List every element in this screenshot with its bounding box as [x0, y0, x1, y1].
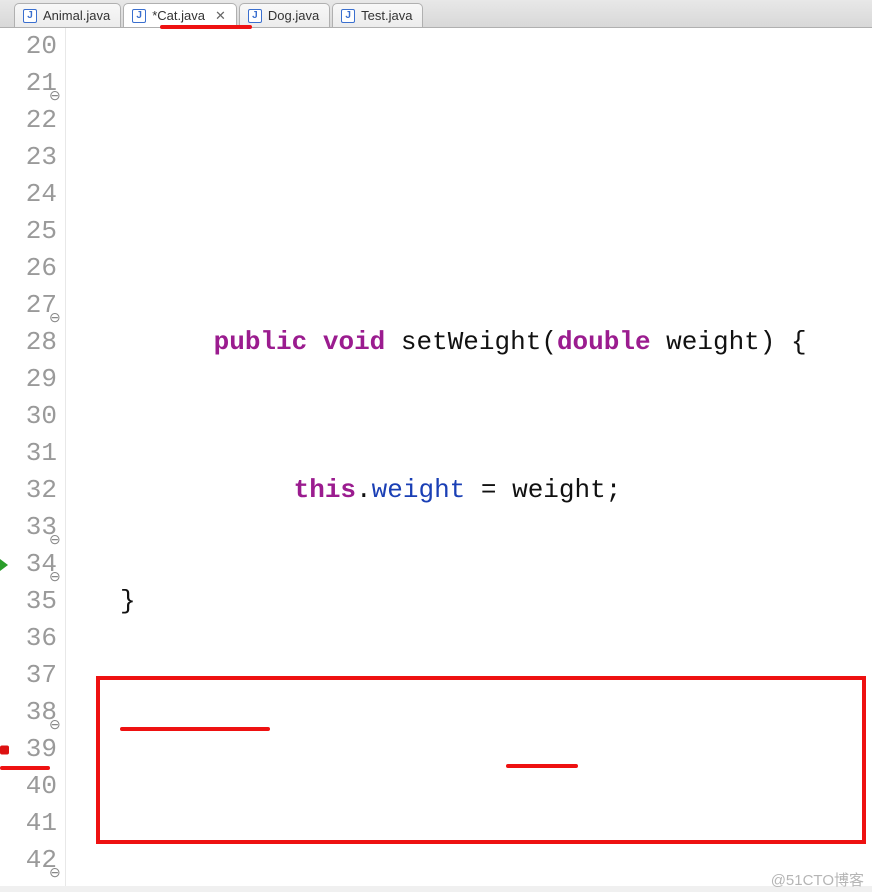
- fold-toggle-icon[interactable]: ⊖: [49, 301, 59, 311]
- override-marker-icon[interactable]: [0, 559, 8, 571]
- java-file-icon: J: [23, 9, 37, 23]
- line-number: 29: [0, 361, 57, 398]
- line-number: 36: [0, 620, 57, 657]
- error-marker-icon[interactable]: [0, 745, 9, 754]
- java-file-icon: J: [341, 9, 355, 23]
- line-number: 39: [0, 731, 57, 768]
- tab-test[interactable]: J Test.java: [332, 3, 423, 27]
- line-number-gutter: 2021⊖222324252627⊖282930313233⊖34⊖353637…: [0, 28, 66, 886]
- tab-label: *Cat.java: [152, 8, 205, 23]
- line-number: 33⊖: [0, 509, 57, 546]
- line-number: 22: [0, 102, 57, 139]
- tab-animal[interactable]: J Animal.java: [14, 3, 121, 27]
- line-number: 42⊖: [0, 842, 57, 879]
- line-number: 27⊖: [0, 287, 57, 324]
- editor-tabbar: J Animal.java J *Cat.java ✕ J Dog.java J…: [0, 0, 872, 28]
- java-file-icon: J: [132, 9, 146, 23]
- line-number: 26: [0, 250, 57, 287]
- java-file-icon: J: [248, 9, 262, 23]
- code-line[interactable]: [70, 139, 872, 176]
- annotation-underline-say: [506, 764, 578, 768]
- line-number: 32: [0, 472, 57, 509]
- tab-cat[interactable]: J *Cat.java ✕: [123, 3, 237, 27]
- line-number: 30: [0, 398, 57, 435]
- line-number: 21⊖: [0, 65, 57, 102]
- tab-label: Dog.java: [268, 8, 319, 23]
- line-number: 28: [0, 324, 57, 361]
- tab-label: Animal.java: [43, 8, 110, 23]
- line-number: 34⊖: [0, 546, 57, 583]
- code-area[interactable]: public void setWeight(double weight) { t…: [66, 28, 872, 886]
- line-number: 20: [0, 28, 57, 65]
- fold-toggle-icon[interactable]: ⊖: [49, 560, 59, 570]
- code-line[interactable]: }: [70, 583, 872, 620]
- code-line[interactable]: this.weight = weight;: [70, 435, 872, 472]
- fold-toggle-icon[interactable]: ⊖: [49, 856, 59, 866]
- code-line[interactable]: [70, 694, 872, 731]
- line-number: 35: [0, 583, 57, 620]
- fold-toggle-icon[interactable]: ⊖: [49, 523, 59, 533]
- fold-toggle-icon[interactable]: ⊖: [49, 708, 59, 718]
- line-number: 24: [0, 176, 57, 213]
- line-number: 25: [0, 213, 57, 250]
- fold-toggle-icon[interactable]: ⊖: [49, 79, 59, 89]
- code-editor[interactable]: 2021⊖222324252627⊖282930313233⊖34⊖353637…: [0, 28, 872, 886]
- tab-dog[interactable]: J Dog.java: [239, 3, 330, 27]
- close-icon[interactable]: ✕: [215, 8, 226, 24]
- line-number: 31: [0, 435, 57, 472]
- watermark-text: @51CTO博客: [771, 869, 864, 890]
- code-line[interactable]: [70, 805, 872, 842]
- tab-label: Test.java: [361, 8, 412, 23]
- code-line[interactable]: public void setWeight(double weight) {: [70, 287, 872, 324]
- line-number: 23: [0, 139, 57, 176]
- line-number: 37: [0, 657, 57, 694]
- line-number: 38⊖: [0, 694, 57, 731]
- line-number: 40: [0, 768, 57, 805]
- line-number: 41: [0, 805, 57, 842]
